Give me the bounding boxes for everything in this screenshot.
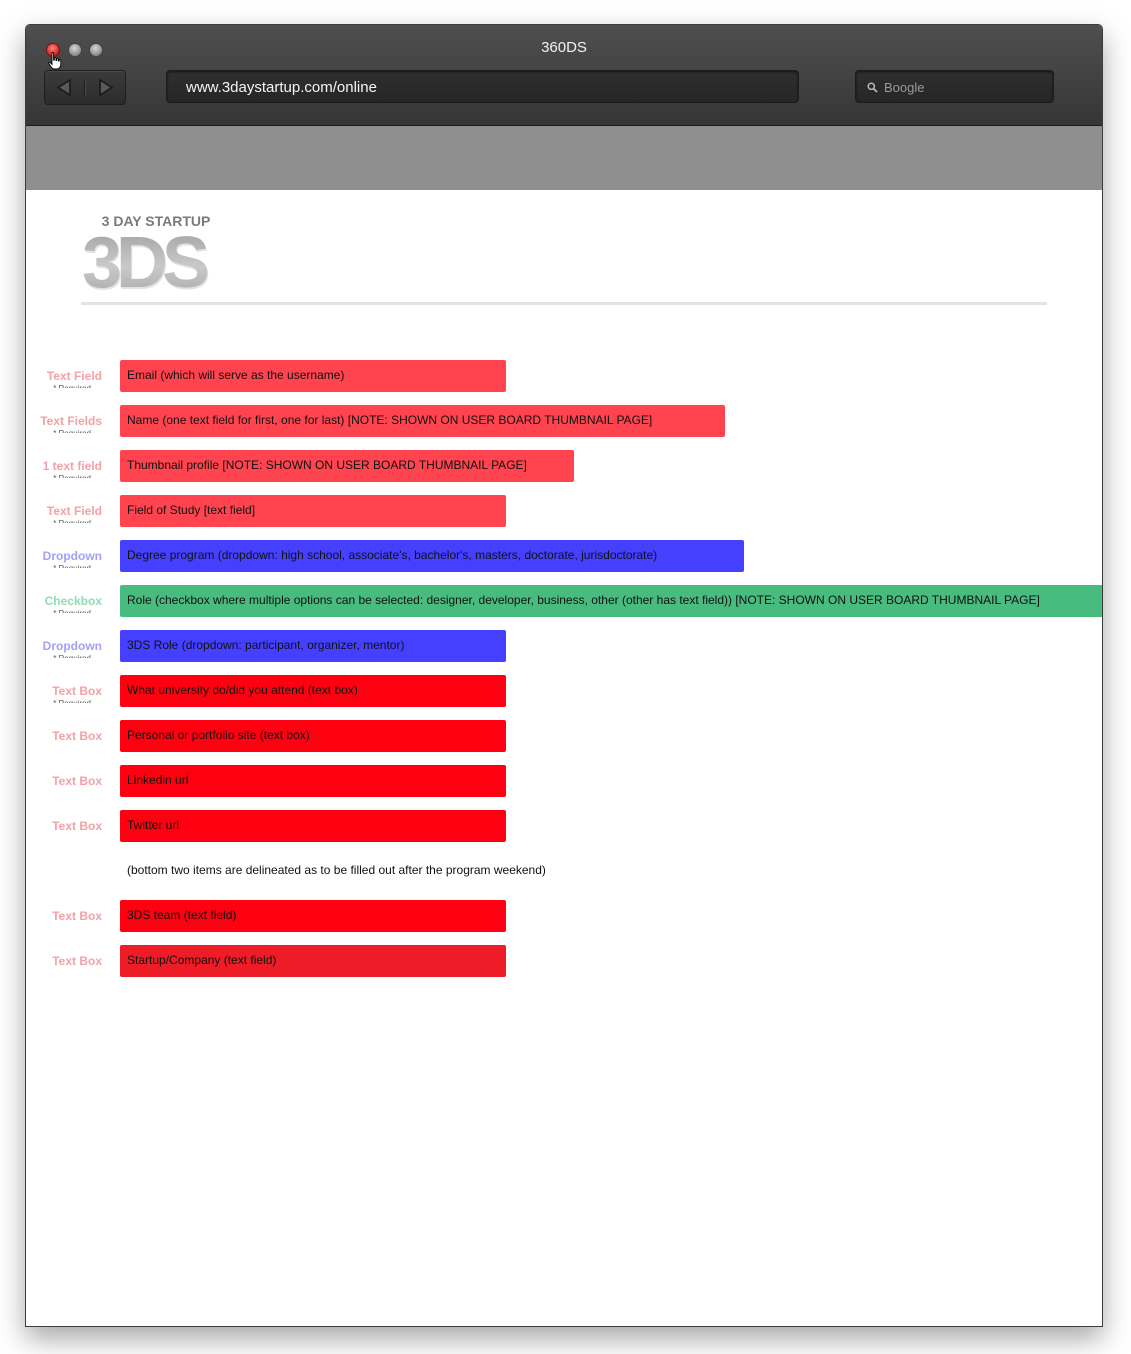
field-type-text: Text Box [52, 819, 102, 833]
form-field-row: Checkbox* Required Role (checkbox where m… [26, 585, 1102, 617]
field-type-text: Text Field [46, 504, 102, 518]
field-type-label: Dropdown* Required [26, 636, 102, 658]
field-type-text: Text Box [52, 684, 102, 698]
field-description-bar: Email (which will serve as the username) [120, 360, 506, 392]
field-description-bar: Thumbnail profile [NOTE: SHOWN ON USER B… [120, 450, 574, 482]
form-field-row: Text Box 3DS team (text field) [26, 900, 1102, 932]
field-description-bar: What university do/did you attend (text … [120, 675, 506, 707]
field-description-bar: Startup/Company (text field) [120, 945, 506, 977]
back-arrow-icon [56, 78, 71, 97]
field-type-label: Text Box* Required [26, 681, 102, 703]
forward-arrow-icon [99, 78, 114, 97]
form-field-row: Text Box Personal or portfolio site (text… [26, 720, 1102, 752]
form-field-row: Text Box* Required What university do/did… [26, 675, 1102, 707]
field-type-label: Text Box [26, 816, 102, 838]
required-note: * Required [53, 564, 91, 568]
field-type-label: 1 text field* Required [26, 456, 102, 478]
field-description-bar: Degree program (dropdown: high school, a… [120, 540, 744, 572]
svg-text:3DS: 3DS [82, 223, 208, 291]
window-title: 360DS [541, 39, 587, 56]
search-box[interactable] [855, 70, 1054, 103]
form-field-row: Text Field* Required Email (which will se… [26, 360, 1102, 392]
field-type-label: Text Box [26, 906, 102, 928]
field-type-text: Dropdown [42, 549, 102, 563]
form-field-row: Text Fields* Required Name (one text fiel… [26, 405, 1102, 437]
field-type-text: Text Field [46, 369, 102, 383]
form-field-row: Text Field* Required Field of Study [text… [26, 495, 1102, 527]
field-type-label: Text Box [26, 771, 102, 793]
field-type-text: Text Box [52, 774, 102, 788]
field-type-text: Text Fields [40, 414, 102, 428]
field-type-text: Dropdown [42, 639, 102, 653]
forward-button[interactable] [85, 71, 125, 104]
address-bar[interactable]: www.3daystartup.com/online [166, 70, 799, 103]
required-note: * Required [53, 384, 91, 388]
required-note: * Required [53, 474, 91, 478]
field-type-text: Text Box [52, 909, 102, 923]
field-description-bar: Linkedin url [120, 765, 506, 797]
field-description-bar: Personal or portfolio site (text box) [120, 720, 506, 752]
back-button[interactable] [45, 71, 85, 104]
required-note: * Required [53, 699, 91, 703]
field-type-label: Text Fields* Required [26, 411, 102, 433]
required-note: * Required [53, 654, 91, 658]
field-type-label: Text Box [26, 726, 102, 748]
field-type-label: Text Field* Required [26, 366, 102, 388]
field-type-text: Checkbox [44, 594, 102, 608]
3ds-logo: 3 DAY STARTUP 3DS 3DS [82, 213, 215, 291]
field-type-label: Checkbox* Required [26, 591, 102, 613]
field-description-bar: Twitter url [120, 810, 506, 842]
form-field-row: Text Box Linkedin url [26, 765, 1102, 797]
title-bar: 360DS www.3daystartup.com/online [26, 25, 1102, 126]
form-field-row: Text Box Startup/Company (text field) [26, 945, 1102, 977]
navigation-buttons [44, 70, 126, 105]
form-field-row: 1 text field* Required Thumbnail profile … [26, 450, 1102, 482]
browser-window: 360DS www.3daystartup.com/online Boogle … [25, 24, 1103, 1327]
field-type-text: Text Box [52, 729, 102, 743]
form-field-row: Dropdown* Required Degree program (dropdo… [26, 540, 1102, 572]
field-description-bar: Field of Study [text field] [120, 495, 506, 527]
form-field-row: Dropdown* Required 3DS Role (dropdown: pa… [26, 630, 1102, 662]
bookmarks-bar [26, 126, 1102, 190]
field-type-label: Text Box [26, 951, 102, 973]
section-note-row: (bottom two items are delineated as to b… [26, 855, 1102, 887]
required-note: * Required [53, 609, 91, 613]
search-icon [867, 82, 878, 93]
form-field-row: Text Box Twitter url [26, 810, 1102, 842]
field-description-bar: 3DS Role (dropdown: participant, organiz… [120, 630, 506, 662]
field-description-bar: 3DS team (text field) [120, 900, 506, 932]
field-type-label: Dropdown* Required [26, 546, 102, 568]
field-description-bar: Name (one text field for first, one for … [120, 405, 725, 437]
required-note: * Required [53, 429, 91, 433]
field-type-text: Text Box [52, 954, 102, 968]
field-type-label: Text Field* Required [26, 501, 102, 523]
search-input[interactable] [884, 78, 1044, 96]
field-type-text: 1 text field [42, 459, 102, 473]
header-divider [81, 302, 1047, 305]
section-note: (bottom two items are delineated as to b… [127, 863, 546, 877]
required-note: * Required [53, 519, 91, 523]
url-text: www.3daystartup.com/online [186, 79, 377, 96]
field-description-bar: Role (checkbox where multiple options ca… [120, 585, 1102, 617]
